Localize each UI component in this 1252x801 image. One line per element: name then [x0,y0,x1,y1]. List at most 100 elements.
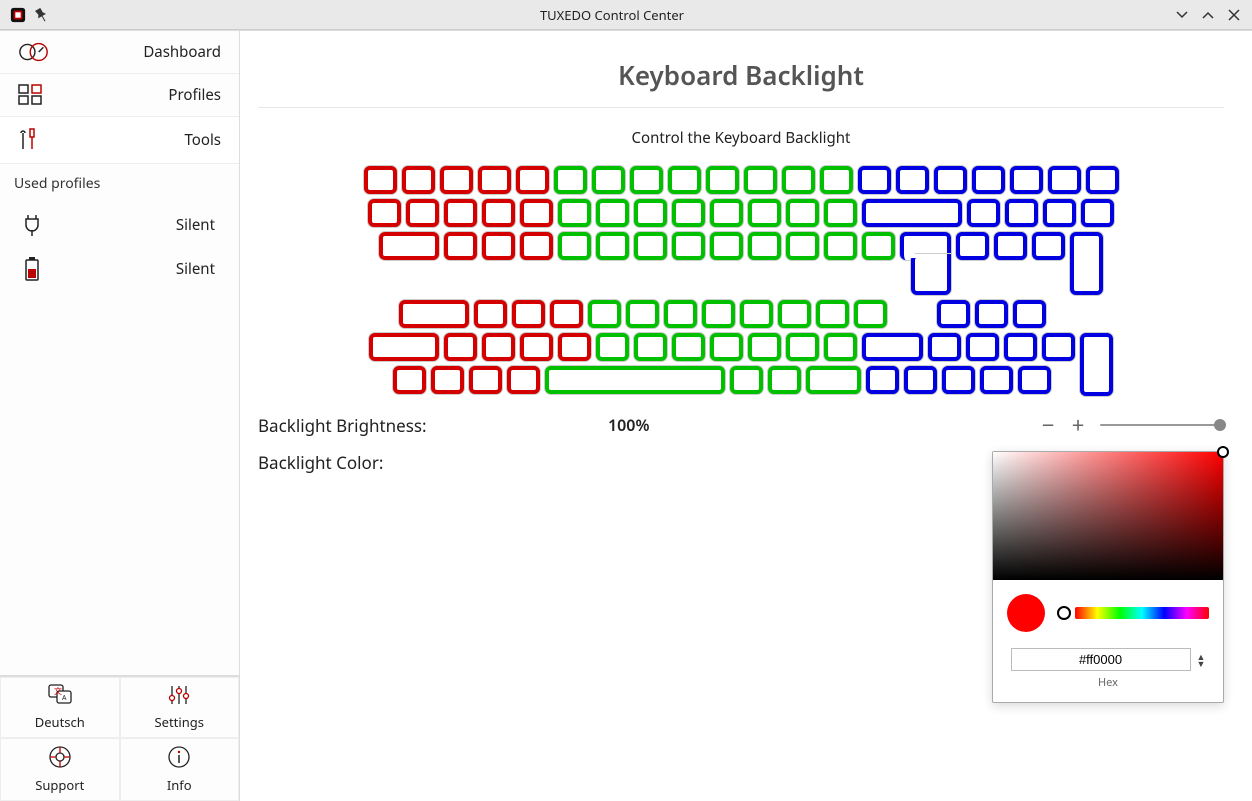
key[interactable] [824,333,857,361]
key[interactable] [512,300,545,328]
key[interactable] [980,366,1013,394]
key[interactable] [520,333,553,361]
key[interactable] [592,166,625,194]
key[interactable] [934,166,967,194]
key[interactable] [444,232,477,260]
key[interactable] [854,300,887,328]
key[interactable] [554,166,587,194]
key[interactable] [469,366,502,394]
key[interactable] [1032,232,1065,260]
key[interactable] [975,300,1008,328]
key[interactable] [786,232,819,260]
key[interactable] [862,199,962,227]
key[interactable] [744,166,777,194]
keyboard-visual[interactable] [258,166,1224,394]
key[interactable] [786,199,819,227]
key[interactable] [710,333,743,361]
key[interactable] [1086,166,1119,194]
key[interactable] [1070,232,1103,295]
key[interactable] [1043,199,1076,227]
nav-profiles[interactable]: Profiles [0,74,239,117]
key[interactable] [1010,166,1043,194]
key[interactable] [1013,300,1046,328]
key[interactable] [710,232,743,260]
key[interactable] [972,166,1005,194]
key[interactable] [824,199,857,227]
close-button[interactable] [1226,7,1242,23]
key[interactable] [937,300,970,328]
brightness-minus-button[interactable]: − [1040,414,1056,436]
footer-language[interactable]: 文A Deutsch [0,677,120,738]
key[interactable] [896,166,929,194]
key[interactable] [402,166,435,194]
key[interactable] [866,366,899,394]
key[interactable] [782,166,815,194]
key[interactable] [368,199,401,227]
key[interactable] [634,199,667,227]
key[interactable] [399,300,469,328]
key[interactable] [702,300,735,328]
hex-input[interactable] [1011,648,1191,671]
pin-icon[interactable] [34,7,50,23]
key[interactable] [626,300,659,328]
footer-info[interactable]: Info [120,738,240,801]
key[interactable] [474,300,507,328]
brightness-plus-button[interactable]: + [1070,414,1086,436]
key[interactable] [440,166,473,194]
brightness-slider[interactable] [1100,424,1220,426]
sv-cursor[interactable] [1217,446,1229,458]
profile-ac[interactable]: Silent [0,203,239,247]
nav-tools[interactable]: Tools [0,117,239,164]
key[interactable] [444,199,477,227]
key[interactable] [364,166,397,194]
key[interactable] [482,199,515,227]
footer-support[interactable]: Support [0,738,120,801]
key[interactable] [778,300,811,328]
key[interactable] [786,333,819,361]
key[interactable] [630,166,663,194]
key[interactable] [816,300,849,328]
key[interactable] [558,232,591,260]
nav-dashboard[interactable]: Dashboard [0,31,239,74]
key[interactable] [1005,199,1038,227]
key[interactable] [444,333,477,361]
key[interactable] [1018,366,1051,394]
key[interactable] [994,232,1027,260]
key[interactable] [806,366,861,394]
minimize-button[interactable] [1174,7,1190,23]
key[interactable] [706,166,739,194]
key[interactable] [1081,199,1114,227]
key[interactable] [858,166,891,194]
key[interactable] [672,199,705,227]
key[interactable] [1042,333,1075,361]
key[interactable] [672,232,705,260]
key[interactable] [730,366,763,394]
key[interactable] [558,333,591,361]
key[interactable] [710,199,743,227]
key[interactable] [482,232,515,260]
hex-format-stepper[interactable]: ▲▼ [1197,653,1206,667]
key[interactable] [748,232,781,260]
key[interactable] [904,366,937,394]
key[interactable] [596,333,629,361]
key[interactable] [1048,166,1081,194]
key[interactable] [1080,333,1113,396]
key-enter[interactable] [900,232,951,295]
key[interactable] [507,366,540,394]
key[interactable] [431,366,464,394]
key[interactable] [956,232,989,260]
key[interactable] [1004,333,1037,361]
profile-battery[interactable]: Silent [0,247,239,291]
key[interactable] [588,300,621,328]
key[interactable] [478,166,511,194]
key[interactable] [596,199,629,227]
saturation-value-area[interactable] [993,452,1223,580]
key[interactable] [634,232,667,260]
key[interactable] [520,232,553,260]
key[interactable] [967,199,1000,227]
key[interactable] [516,166,549,194]
key[interactable] [966,333,999,361]
key[interactable] [740,300,773,328]
hue-cursor[interactable] [1057,606,1071,620]
key[interactable] [369,333,439,361]
